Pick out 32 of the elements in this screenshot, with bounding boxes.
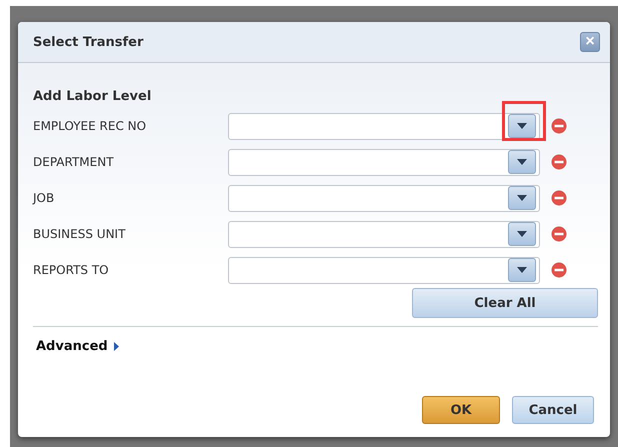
dropdown-field[interactable]: [228, 256, 540, 284]
chevron-icon: [114, 342, 119, 351]
caret-icon: [517, 195, 527, 201]
remove-icon[interactable]: [551, 154, 567, 170]
caret-icon: [517, 231, 527, 237]
dropdown-button[interactable]: [508, 186, 536, 210]
dropdown-button[interactable]: [508, 222, 536, 246]
remove-icon[interactable]: [551, 262, 567, 278]
advanced-toggle[interactable]: Advanced: [36, 339, 119, 354]
remove-icon[interactable]: [551, 226, 567, 242]
dropdown-field[interactable]: [228, 220, 540, 248]
remove-icon[interactable]: [551, 190, 567, 206]
dropdown-button[interactable]: [508, 114, 536, 138]
field-label: REPORTS TO: [33, 263, 110, 277]
remove-icon[interactable]: [551, 118, 567, 134]
field-label: JOB: [33, 191, 56, 205]
dropdown-field[interactable]: [228, 184, 540, 212]
clear-all-button[interactable]: Clear All: [412, 288, 598, 318]
field-label: DEPARTMENT: [33, 155, 115, 169]
ok-button[interactable]: OK: [422, 396, 500, 424]
caret-icon: [517, 267, 527, 273]
dropdown-field[interactable]: [228, 112, 540, 140]
dropdown-button[interactable]: [508, 258, 536, 282]
dropdown-button[interactable]: [508, 150, 536, 174]
dropdown-field[interactable]: [228, 148, 540, 176]
field-label: EMPLOYEE REC NO: [33, 119, 148, 133]
dialog-title: Select Transfer: [33, 34, 144, 50]
cancel-button[interactable]: Cancel: [512, 396, 594, 424]
section-title: Add Labor Level: [33, 89, 152, 104]
caret-icon: [517, 159, 527, 165]
caret-icon: [517, 123, 527, 129]
field-label: BUSINESS UNIT: [33, 227, 126, 241]
